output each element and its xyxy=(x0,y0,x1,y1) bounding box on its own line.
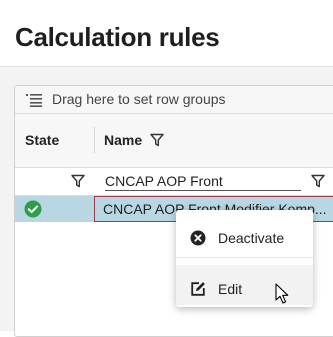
name-filter-icon[interactable] xyxy=(311,174,325,188)
close-circle-icon xyxy=(190,230,206,249)
column-header-state[interactable]: State xyxy=(25,132,59,148)
edit-icon xyxy=(190,281,206,300)
mouse-cursor-icon xyxy=(275,283,289,310)
filter-icon[interactable] xyxy=(150,133,164,147)
page-header: Calculation rules xyxy=(0,0,333,67)
page-title: Calculation rules xyxy=(15,22,220,52)
column-header-row: State Name xyxy=(15,114,333,168)
context-menu: Deactivate Edit xyxy=(176,210,313,307)
row-group-drop-zone[interactable]: Drag here to set row groups xyxy=(15,86,333,114)
menu-divider xyxy=(176,257,313,258)
row-group-icon xyxy=(26,93,42,110)
menu-item-deactivate[interactable]: Deactivate xyxy=(176,214,313,254)
state-filter-icon[interactable] xyxy=(71,174,85,188)
name-filter-input[interactable] xyxy=(105,171,301,191)
check-circle-icon xyxy=(24,200,42,223)
menu-item-label: Deactivate xyxy=(218,230,285,246)
row-group-hint: Drag here to set row groups xyxy=(52,91,226,107)
column-header-name[interactable]: Name xyxy=(104,132,142,148)
menu-item-label: Edit xyxy=(218,281,243,297)
column-divider[interactable] xyxy=(94,127,95,153)
filter-row xyxy=(15,168,333,196)
menu-item-edit[interactable]: Edit xyxy=(176,265,313,305)
